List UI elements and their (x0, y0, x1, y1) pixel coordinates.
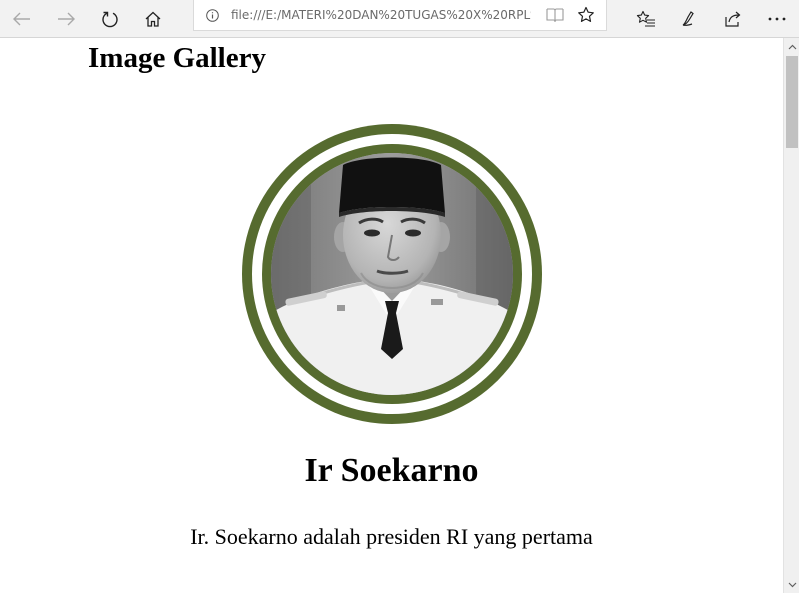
home-icon (145, 11, 161, 27)
page-title: Image Gallery (88, 42, 266, 74)
browser-toolbar: file:///E:/MATERI%20DAN%20TUGAS%20X%20RP… (0, 0, 799, 38)
gallery-image-frame (242, 124, 542, 424)
home-button[interactable] (133, 0, 173, 38)
refresh-button[interactable] (90, 0, 130, 38)
gallery-item-title: Ir Soekarno (304, 452, 479, 489)
favorites-hub-button[interactable] (626, 0, 666, 38)
address-bar[interactable]: file:///E:/MATERI%20DAN%20TUGAS%20X%20RP… (193, 0, 607, 31)
star-icon[interactable] (577, 6, 595, 24)
forward-button[interactable] (46, 0, 86, 38)
vertical-scrollbar[interactable] (783, 38, 799, 593)
info-icon[interactable] (206, 9, 219, 22)
share-button[interactable] (713, 0, 753, 38)
back-button[interactable] (2, 0, 42, 38)
share-icon (725, 11, 741, 27)
favorites-list-icon (636, 10, 655, 27)
reading-view-icon[interactable] (546, 7, 564, 23)
refresh-icon (102, 11, 118, 28)
soekarno-portrait-image (271, 153, 513, 395)
chevron-down-icon (788, 582, 796, 587)
notes-button[interactable] (669, 0, 709, 38)
gallery-item-description: Ir. Soekarno adalah presiden RI yang per… (190, 524, 593, 549)
url-text[interactable]: file:///E:/MATERI%20DAN%20TUGAS%20X%20RP… (231, 7, 531, 23)
scroll-thumb[interactable] (786, 56, 798, 148)
more-button[interactable] (757, 0, 797, 38)
chevron-up-icon (788, 44, 796, 49)
back-arrow-icon (13, 12, 30, 26)
scroll-down-button[interactable] (784, 576, 799, 593)
more-dots-icon (768, 17, 786, 21)
page-viewport: Image Gallery Ir Soekarno Ir. Soekarno a… (0, 38, 783, 593)
scroll-up-button[interactable] (784, 38, 799, 55)
pen-icon (682, 11, 694, 27)
forward-arrow-icon (58, 12, 75, 26)
